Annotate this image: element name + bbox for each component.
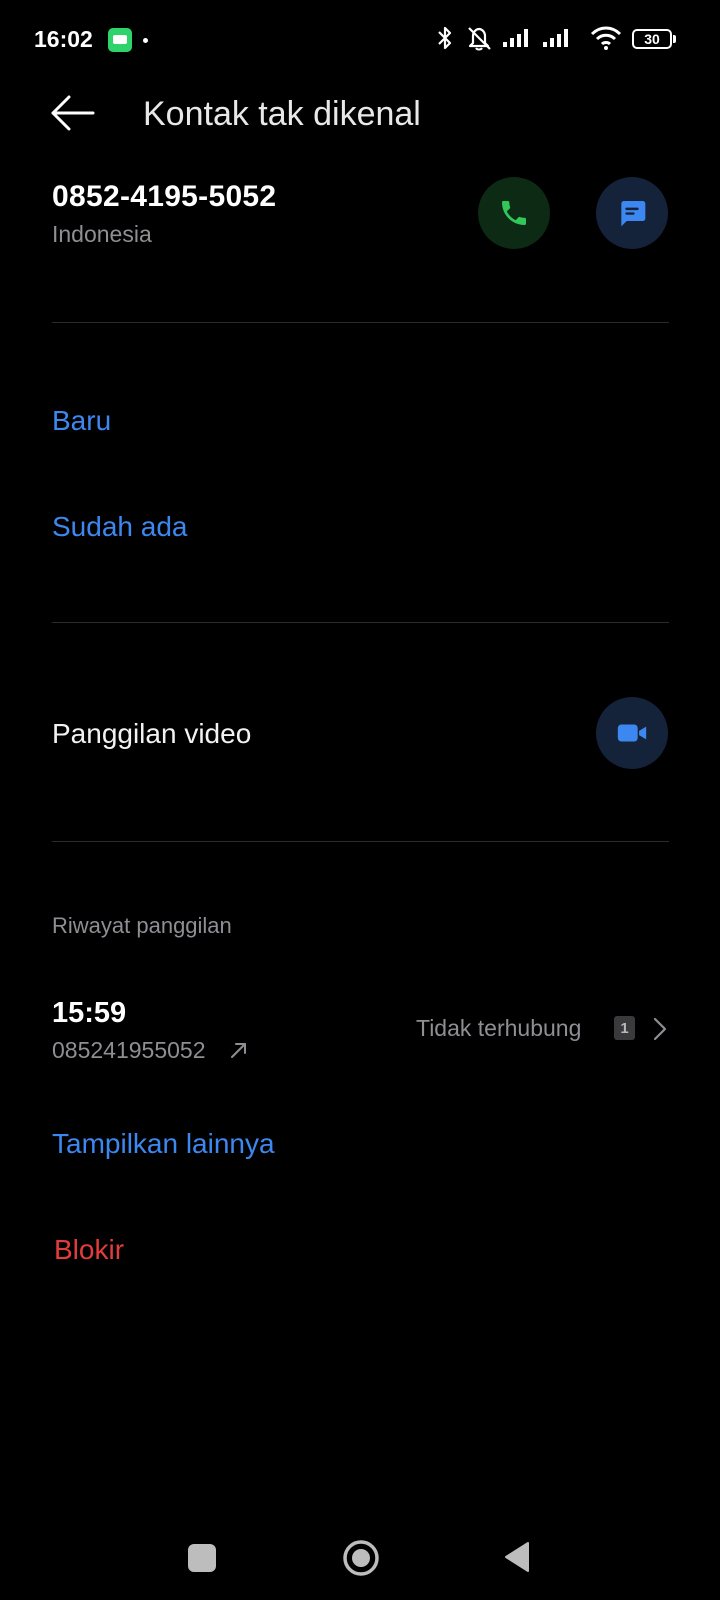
call-history-header: Riwayat panggilan [52, 913, 232, 938]
home-circle-icon[interactable] [341, 1538, 381, 1578]
chevron-right-icon[interactable] [651, 1015, 669, 1043]
signal-icon [543, 29, 568, 47]
message-icon [621, 201, 646, 227]
video-call-label[interactable]: Panggilan video [52, 718, 251, 750]
silent-bell-icon [468, 27, 491, 51]
recents-square-icon[interactable] [188, 1544, 216, 1572]
divider [52, 622, 669, 623]
outgoing-arrow-icon [231, 1043, 246, 1058]
back-triangle-icon[interactable] [503, 1540, 531, 1574]
sim-number: 1 [620, 1019, 629, 1037]
status-time: 16:02 [34, 26, 93, 52]
notification-dot-icon [143, 38, 148, 43]
divider [52, 841, 669, 842]
new-contact-link[interactable]: Baru [52, 405, 111, 437]
battery-icon: 30 [632, 29, 672, 49]
status-bar: 16:02 30 [0, 0, 720, 80]
signal-icon [503, 29, 528, 47]
message-button[interactable] [596, 177, 668, 249]
page-title: Kontak tak dikenal [143, 95, 421, 133]
call-history-time: 15:59 [52, 997, 127, 1029]
video-camera-icon [617, 724, 647, 742]
phone-icon [502, 201, 526, 225]
contact-region: Indonesia [52, 221, 152, 247]
video-call-button[interactable] [596, 697, 668, 769]
call-history-number: 085241955052 [52, 1037, 206, 1063]
back-button[interactable] [44, 90, 102, 136]
arrow-left-icon [51, 95, 95, 131]
wifi-icon [590, 26, 622, 50]
show-more-link[interactable]: Tampilkan lainnya [52, 1128, 275, 1160]
block-link[interactable]: Blokir [54, 1234, 124, 1266]
call-history-status: Tidak terhubung [416, 1015, 582, 1041]
call-button[interactable] [478, 177, 550, 249]
divider [52, 322, 669, 323]
battery-level: 30 [644, 31, 660, 47]
sim-badge: 1 [614, 1016, 635, 1040]
bluetooth-icon [438, 26, 452, 50]
webtoon-app-icon [108, 28, 132, 52]
contact-phone-number: 0852-4195-5052 [52, 180, 277, 213]
battery-tip [673, 35, 676, 43]
existing-contact-link[interactable]: Sudah ada [52, 511, 187, 543]
